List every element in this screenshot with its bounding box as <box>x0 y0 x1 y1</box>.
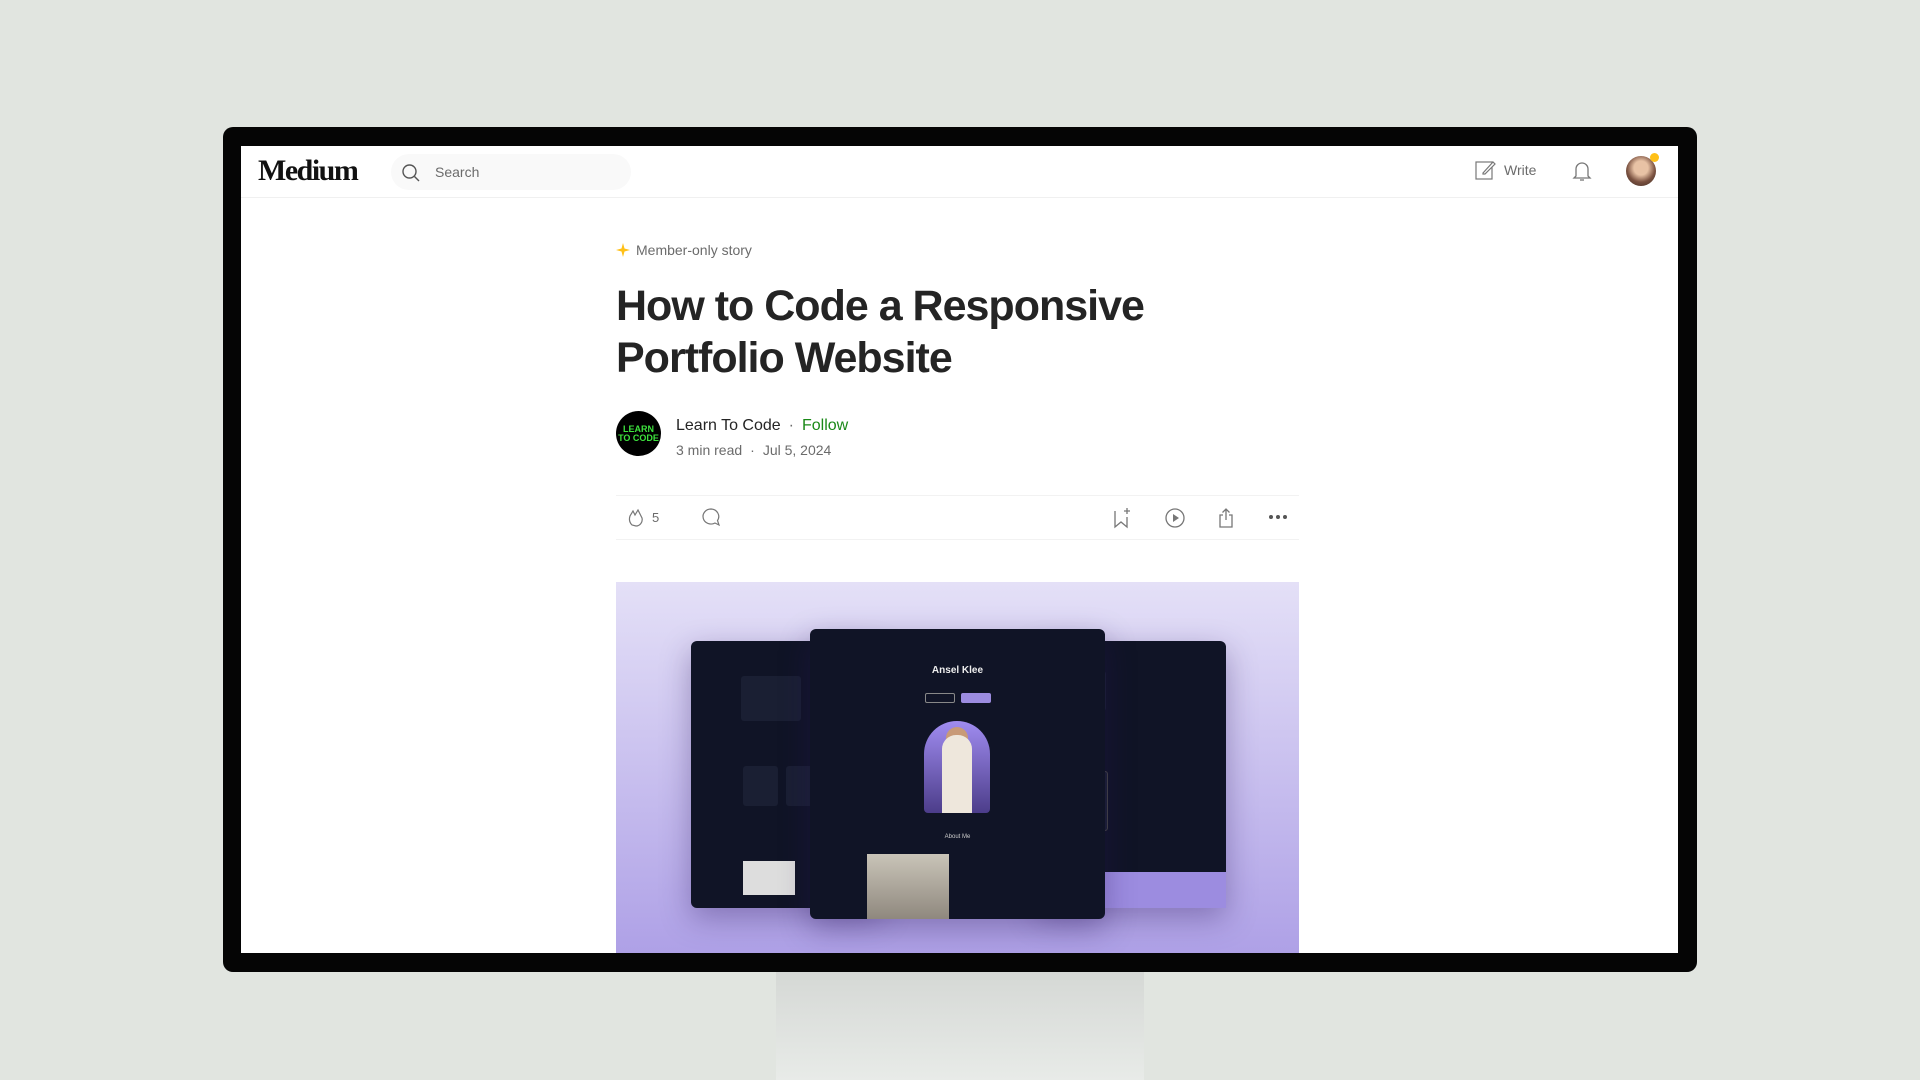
member-only-badge: Member-only story <box>616 242 752 258</box>
write-icon <box>1475 161 1496 180</box>
about-photo <box>867 854 949 919</box>
mockup-center-screen: Ansel Klee About Me <box>810 629 1105 919</box>
star-icon <box>616 243 630 257</box>
clap-icon <box>628 508 643 527</box>
top-nav: Medium Search Write <box>241 146 1678 198</box>
author-avatar[interactable]: LEARN TO CODE <box>616 411 661 456</box>
mockup-buttons <box>925 693 991 703</box>
service-card <box>743 766 778 806</box>
badge-label: Member-only story <box>636 242 752 258</box>
action-bar: 5 <box>616 495 1299 540</box>
bell-icon[interactable] <box>1571 159 1593 183</box>
clap-count: 5 <box>652 509 660 525</box>
comment-icon[interactable] <box>701 507 721 527</box>
author-name[interactable]: Learn To Code <box>676 417 781 435</box>
article-title: How to Code a Responsive Portfolio Websi… <box>616 282 1145 382</box>
browser-screen: Medium Search Write Member-only story Ho… <box>241 146 1678 953</box>
skills-card <box>741 676 801 721</box>
publish-date: Jul 5, 2024 <box>762 442 832 458</box>
portrait-photo <box>924 721 990 813</box>
bookmark-add-icon[interactable] <box>1111 507 1131 529</box>
write-label: Write <box>1504 162 1537 178</box>
play-audio-icon[interactable] <box>1164 507 1186 529</box>
search-placeholder: Search <box>435 164 480 180</box>
more-options-icon[interactable] <box>1268 514 1288 520</box>
follow-button[interactable]: Follow <box>802 417 848 435</box>
read-time: 3 min read <box>676 442 743 458</box>
separator-dot: · <box>750 442 755 458</box>
user-avatar[interactable] <box>1626 153 1659 186</box>
monitor-stand <box>776 960 1144 1080</box>
separator-dot: · <box>788 417 794 434</box>
medium-logo[interactable]: Medium <box>258 154 359 188</box>
mockup-about-heading: About Me <box>944 834 971 840</box>
author-line: Learn To Code · Follow <box>676 417 848 435</box>
clap-button[interactable]: 5 <box>626 507 659 527</box>
hero-image: Ansel Klee About Me <box>616 582 1299 953</box>
project-thumbnail <box>743 861 795 895</box>
search-icon <box>402 164 420 182</box>
search-input[interactable]: Search <box>391 154 631 190</box>
share-icon[interactable] <box>1216 507 1236 529</box>
member-star-icon <box>1650 153 1659 162</box>
write-button[interactable]: Write <box>1474 159 1536 181</box>
article-meta: 3 min read · Jul 5, 2024 <box>676 442 831 458</box>
mockup-name: Ansel Klee <box>931 665 984 676</box>
